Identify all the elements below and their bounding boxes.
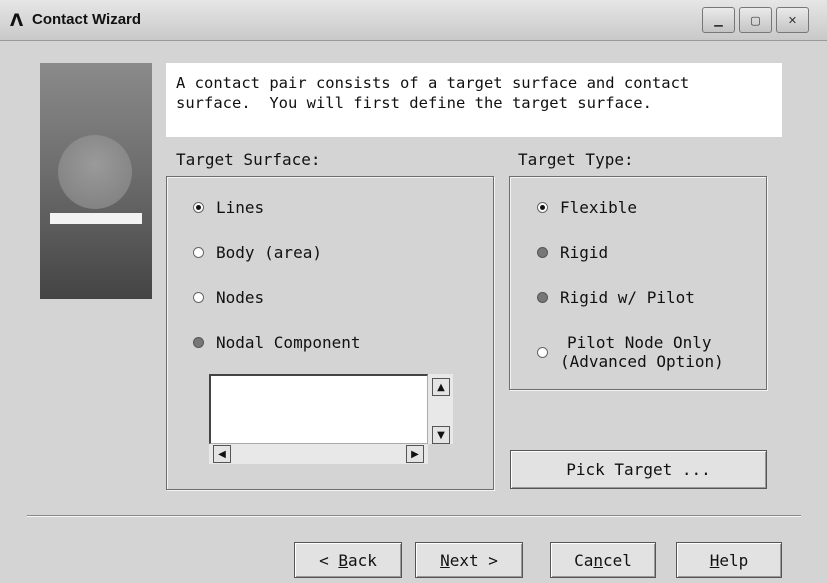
window-title: Contact Wizard	[32, 11, 142, 28]
radio-rigid-pilot[interactable]: Rigid w/ Pilot	[537, 288, 695, 307]
radio-lines-dot[interactable]	[193, 202, 204, 213]
minimize-button[interactable]: ▁	[702, 7, 735, 33]
radio-nodes-dot[interactable]	[193, 292, 204, 303]
radio-lines[interactable]: Lines	[193, 198, 264, 217]
radio-flexible-dot[interactable]	[537, 202, 548, 213]
target-surface-label: Target Surface:	[176, 150, 321, 169]
radio-rigid-pilot-label: Rigid w/ Pilot	[560, 288, 695, 307]
pick-target-button[interactable]: Pick Target ...	[510, 450, 767, 489]
radio-flexible-label: Flexible	[560, 198, 638, 217]
scroll-left-arrow-icon[interactable]: ◀	[213, 445, 231, 463]
illustration-disc	[58, 135, 132, 209]
radio-lines-label: Lines	[216, 198, 265, 217]
radio-body-area[interactable]: Body (area)	[193, 243, 322, 262]
footer-divider	[27, 515, 801, 517]
minimize-icon: ▁	[714, 13, 723, 27]
scroll-up-arrow-icon[interactable]: ▲	[432, 378, 450, 396]
radio-body-area-dot[interactable]	[193, 247, 204, 258]
back-rest: ack	[348, 550, 377, 570]
next-mnemonic: N	[440, 550, 450, 570]
close-button[interactable]: ✕	[776, 7, 809, 33]
radio-body-area-label: Body (area)	[216, 243, 322, 262]
help-button[interactable]: Help	[676, 542, 782, 578]
window-controls: ▁ ▢ ✕	[702, 7, 809, 33]
component-listbox[interactable]: ▲ ▼ ◀ ▶	[209, 374, 453, 464]
component-list-area[interactable]	[209, 374, 428, 444]
wizard-illustration	[40, 63, 152, 299]
vertical-scrollbar[interactable]: ▲ ▼	[428, 374, 453, 444]
radio-nodal-component-label: Nodal Component	[216, 333, 361, 352]
radio-rigid-label: Rigid	[560, 243, 609, 262]
illustration-surface-bar	[50, 213, 142, 224]
target-type-label: Target Type:	[518, 150, 634, 169]
next-button[interactable]: Next >	[415, 542, 523, 578]
radio-rigid-dot[interactable]	[537, 247, 548, 258]
close-icon: ✕	[787, 13, 798, 27]
help-mnemonic: H	[709, 550, 720, 570]
radio-pilot-node-only-dot[interactable]	[537, 346, 548, 358]
radio-nodes[interactable]: Nodes	[193, 288, 264, 307]
title-bar: Λ Contact Wizard ▁ ▢ ✕	[0, 0, 827, 41]
cancel-mnemonic: n	[593, 550, 603, 570]
scroll-down-arrow-icon[interactable]: ▼	[432, 426, 450, 444]
radio-nodal-component[interactable]: Nodal Component	[193, 333, 361, 352]
radio-rigid[interactable]: Rigid	[537, 243, 608, 262]
cancel-pre: Ca	[574, 550, 594, 570]
radio-pilot-node-only-label: Pilot Node Only (Advanced Option)	[560, 333, 724, 371]
radio-rigid-pilot-dot[interactable]	[537, 292, 548, 303]
back-button[interactable]: < Back	[294, 542, 402, 578]
radio-nodes-label: Nodes	[216, 288, 265, 307]
info-text-box: A contact pair consists of a target surf…	[166, 63, 782, 137]
radio-flexible[interactable]: Flexible	[537, 198, 637, 217]
app-logo-icon: Λ	[10, 11, 24, 31]
maximize-icon: ▢	[750, 13, 761, 27]
maximize-button[interactable]: ▢	[739, 7, 772, 33]
radio-nodal-component-dot[interactable]	[193, 337, 204, 348]
pilot-node-only-line1: Pilot Node Only	[567, 333, 712, 352]
cancel-button[interactable]: Ca n cel	[550, 542, 656, 578]
scroll-right-arrow-icon[interactable]: ▶	[406, 445, 424, 463]
back-prefix: <	[319, 550, 339, 570]
pilot-node-only-line2: (Advanced Option)	[560, 352, 724, 371]
horizontal-scrollbar[interactable]: ◀ ▶	[209, 444, 428, 464]
cancel-rest: cel	[603, 550, 632, 570]
info-line-2: surface. You will first define the targe…	[176, 94, 652, 112]
next-rest: ext >	[449, 550, 498, 570]
back-mnemonic: B	[338, 550, 348, 570]
help-rest: elp	[719, 550, 749, 570]
radio-pilot-node-only[interactable]: Pilot Node Only (Advanced Option)	[537, 333, 724, 371]
info-line-1: A contact pair consists of a target surf…	[176, 74, 690, 92]
